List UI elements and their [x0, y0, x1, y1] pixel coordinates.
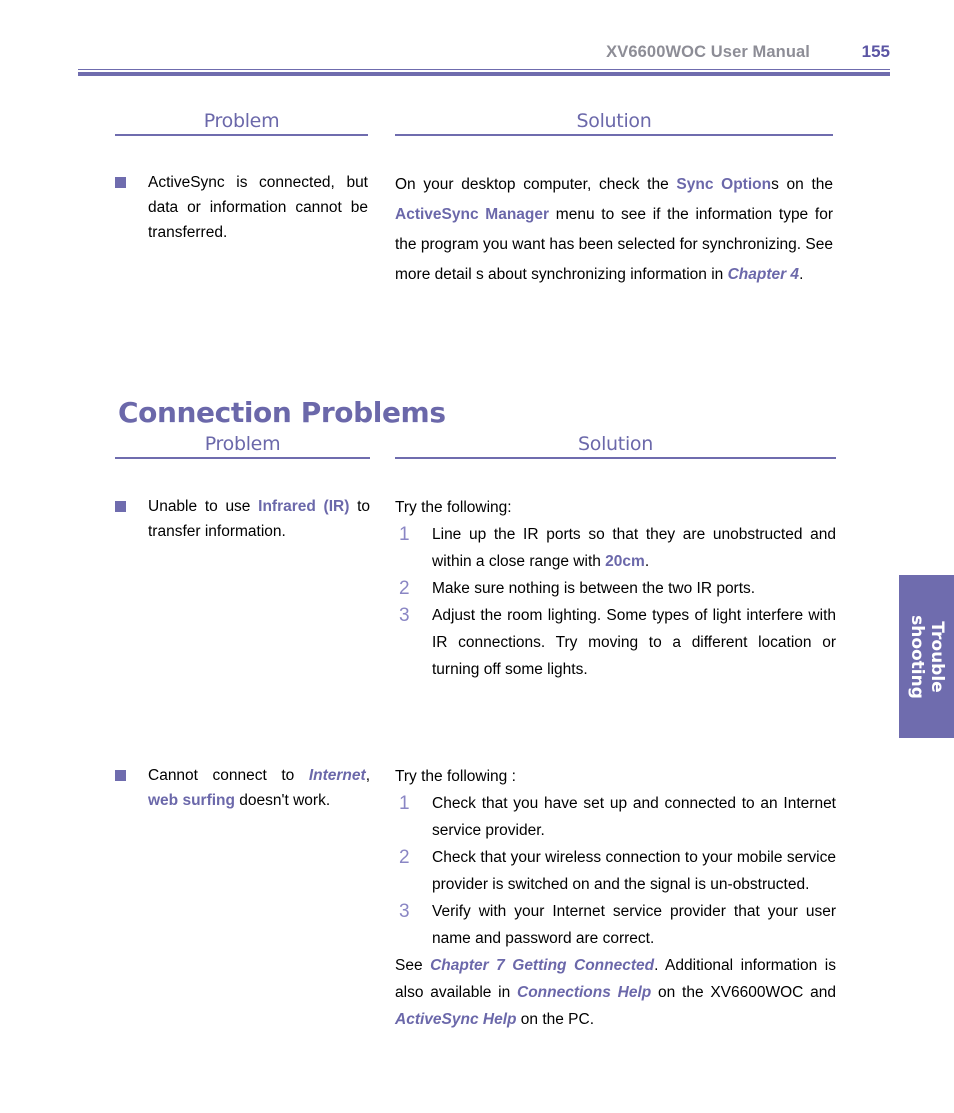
solution-list-item-text: Verify with your Internet service provid… [432, 903, 836, 947]
table-row: Cannot connect to Internet, web surfing … [115, 763, 836, 1033]
solution-list-item-text: Check that you have set up and connected… [432, 795, 836, 839]
problem-text: Unable to use Infrared (IR) to transfer … [148, 498, 370, 540]
manual-title: XV6600WOC User Manual [606, 43, 810, 61]
solution-list-item: 1 Check that you have set up and connecte… [395, 790, 836, 844]
solution-list-item-text: Line up the IR ports so that they are un… [432, 526, 836, 570]
problem-text: ActiveSync is connected, but data or inf… [148, 170, 368, 245]
solution-list-item: 2 Make sure nothing is between the two IR… [395, 575, 836, 602]
table-row: Unable to use Infrared (IR) to transfer … [115, 494, 836, 683]
solution-list-item: 1 Line up the IR ports so that they are u… [395, 521, 836, 575]
column-header-solution-rule [395, 134, 833, 136]
solution-cell: On your desktop computer, check the Sync… [395, 170, 833, 290]
column-header-problem-rule [115, 134, 368, 136]
column-header-problem-2-label: Problem [204, 433, 281, 455]
solution-list-item-text: Check that your wireless connection to y… [432, 849, 836, 893]
solution-list-item: 3 Verify with your Internet service provi… [395, 898, 836, 952]
side-tab-label-line1: Trouble [926, 620, 947, 693]
column-header-solution-2: Solution [395, 433, 836, 459]
problem-text-value: ActiveSync is connected, but data or inf… [148, 174, 368, 241]
solution-numbered-list: 1 Check that you have set up and connecte… [395, 790, 836, 952]
problem-text: Cannot connect to Internet, web surfing … [148, 767, 370, 809]
column-header-problem: Problem [115, 110, 368, 136]
side-tab-label-line2: shooting [906, 614, 927, 699]
column-header-problem-2-rule [115, 457, 370, 459]
column-header-solution-2-rule [395, 457, 836, 459]
solution-list-item: 3 Adjust the room lighting. Some types of… [395, 602, 836, 683]
column-header-solution: Solution [395, 110, 833, 136]
solution-list-item-number: 3 [399, 605, 410, 626]
column-header-problem-label: Problem [203, 110, 280, 132]
solution-list-item-number: 3 [399, 901, 410, 922]
side-tab-label: Trouble shooting [907, 615, 947, 699]
header-rule-thin [78, 69, 890, 70]
page-header-row: XV6600WOC User Manual 155 [78, 42, 890, 66]
solution-paragraph: On your desktop computer, check the Sync… [395, 176, 834, 283]
bullet-square-icon [115, 177, 126, 188]
solution-trailing-paragraph: See Chapter 7 Getting Connected. Additio… [395, 957, 836, 1028]
header-rule-thick [78, 72, 890, 76]
solution-cell: Try the following : 1 Check that you have… [395, 763, 836, 1033]
solution-list-item-number: 2 [399, 578, 410, 599]
solution-lead: Try the following: [395, 499, 512, 516]
solution-list-item-text: Make sure nothing is between the two IR … [432, 580, 756, 597]
column-header-solution-label: Solution [576, 110, 652, 132]
table-2-column-headers: Problem Solution [115, 433, 836, 459]
problem-cell: Cannot connect to Internet, web surfing … [115, 763, 370, 1033]
column-header-problem-2: Problem [115, 433, 370, 459]
table-row: ActiveSync is connected, but data or inf… [115, 170, 836, 290]
solution-list-item-text: Adjust the room lighting. Some types of … [432, 607, 836, 678]
column-header-solution-2-label: Solution [577, 433, 653, 455]
solution-lead: Try the following : [395, 768, 516, 785]
table-1-column-headers: Problem Solution [115, 110, 836, 136]
section-heading: Connection Problems [118, 396, 446, 429]
solution-numbered-list: 1 Line up the IR ports so that they are u… [395, 521, 836, 683]
bullet-square-icon [115, 770, 126, 781]
solution-list-item-number: 1 [399, 524, 410, 545]
solution-list-item-number: 2 [399, 847, 410, 868]
solution-list-item-number: 1 [399, 793, 410, 814]
solution-list-item: 2 Check that your wireless connection to … [395, 844, 836, 898]
bullet-square-icon [115, 501, 126, 512]
page-header: XV6600WOC User Manual 155 [78, 42, 890, 78]
page-number: 155 [861, 42, 890, 61]
solution-cell: Try the following: 1 Line up the IR ports… [395, 494, 836, 683]
side-tab-troubleshooting: Trouble shooting [899, 575, 954, 738]
problem-cell: ActiveSync is connected, but data or inf… [115, 170, 368, 290]
problem-cell: Unable to use Infrared (IR) to transfer … [115, 494, 370, 683]
